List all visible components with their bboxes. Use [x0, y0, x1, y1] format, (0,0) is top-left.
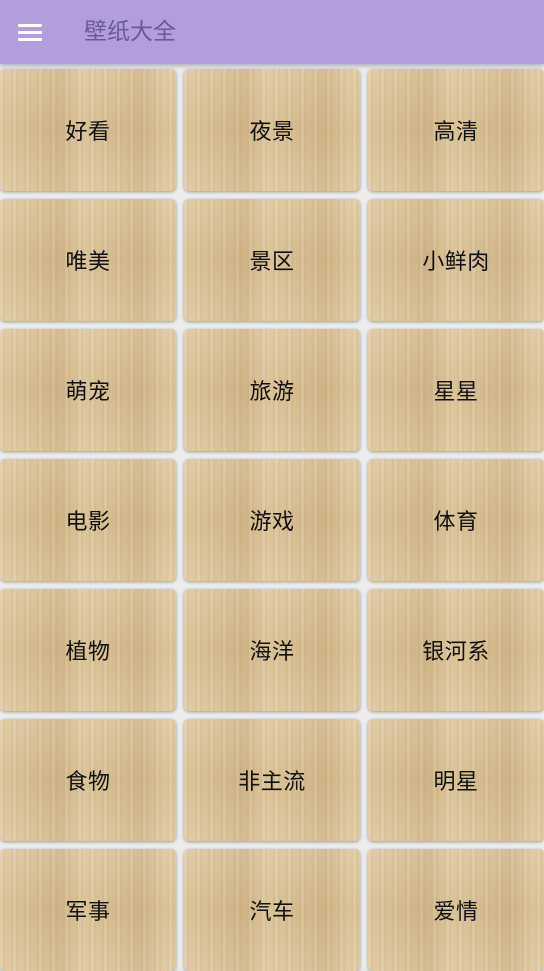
- category-label: 萌宠: [65, 380, 111, 405]
- category-tile[interactable]: 唯美: [0, 199, 176, 321]
- app-title: 壁纸大全: [84, 19, 176, 45]
- category-tile[interactable]: 小鲜肉: [368, 199, 544, 321]
- category-grid: 好看 夜景 高清 唯美 景区 小鲜肉 萌宠 旅游 星星 电影 游戏 体育 植物 …: [0, 69, 544, 971]
- category-label: 旅游: [249, 380, 295, 405]
- category-label: 夜景: [249, 120, 295, 145]
- menu-button[interactable]: [10, 12, 50, 52]
- category-label: 明星: [433, 770, 479, 795]
- category-label: 电影: [65, 510, 111, 535]
- category-label: 唯美: [65, 250, 111, 275]
- category-tile[interactable]: 食物: [0, 719, 176, 841]
- category-tile[interactable]: 银河系: [368, 589, 544, 711]
- category-label: 植物: [65, 640, 111, 665]
- category-label: 非主流: [238, 770, 306, 795]
- category-tile[interactable]: 旅游: [184, 329, 360, 451]
- category-label: 体育: [433, 510, 479, 535]
- category-tile[interactable]: 星星: [368, 329, 544, 451]
- category-tile[interactable]: 军事: [0, 849, 176, 971]
- app-bar: 壁纸大全: [0, 0, 544, 64]
- category-label: 好看: [65, 120, 111, 145]
- category-tile[interactable]: 明星: [368, 719, 544, 841]
- category-tile[interactable]: 萌宠: [0, 329, 176, 451]
- category-tile[interactable]: 非主流: [184, 719, 360, 841]
- category-label: 军事: [65, 900, 111, 925]
- category-tile[interactable]: 体育: [368, 459, 544, 581]
- category-label: 银河系: [422, 640, 490, 665]
- category-tile[interactable]: 电影: [0, 459, 176, 581]
- category-tile[interactable]: 夜景: [184, 69, 360, 191]
- category-label: 景区: [249, 250, 295, 275]
- category-label: 食物: [65, 770, 111, 795]
- category-tile[interactable]: 游戏: [184, 459, 360, 581]
- category-label: 爱情: [433, 900, 479, 925]
- category-label: 海洋: [249, 640, 295, 665]
- category-tile[interactable]: 植物: [0, 589, 176, 711]
- category-tile[interactable]: 高清: [368, 69, 544, 191]
- category-label: 游戏: [249, 510, 295, 535]
- hamburger-menu-icon: [18, 23, 42, 41]
- category-tile[interactable]: 海洋: [184, 589, 360, 711]
- category-label: 星星: [433, 380, 479, 405]
- category-label: 汽车: [249, 900, 295, 925]
- category-tile[interactable]: 好看: [0, 69, 176, 191]
- category-tile[interactable]: 景区: [184, 199, 360, 321]
- category-tile[interactable]: 爱情: [368, 849, 544, 971]
- category-label: 小鲜肉: [422, 250, 490, 275]
- category-tile[interactable]: 汽车: [184, 849, 360, 971]
- category-label: 高清: [433, 120, 479, 145]
